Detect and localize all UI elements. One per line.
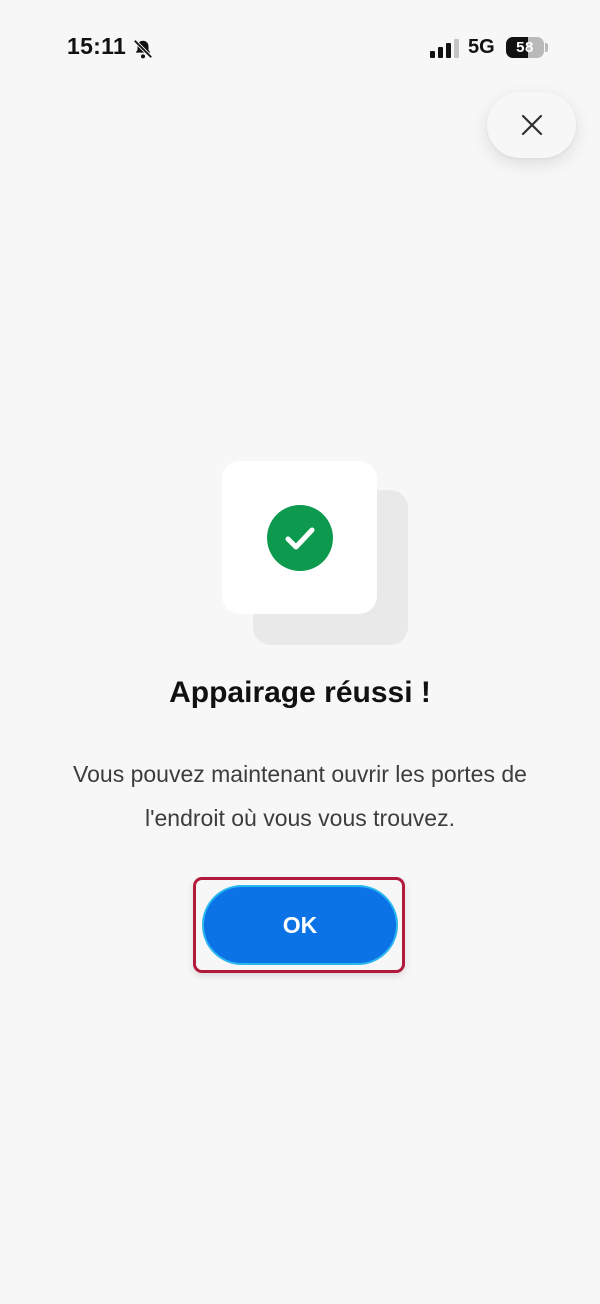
- check-circle-icon: [266, 504, 333, 571]
- pairing-success-screen: 15:11 5G 58 Appairage réussi ! Vous pouv…: [0, 0, 600, 1304]
- status-bar: 15:11 5G 58: [0, 0, 600, 96]
- close-button[interactable]: [487, 92, 576, 158]
- ok-button[interactable]: OK: [202, 885, 398, 965]
- success-illustration: [222, 461, 412, 651]
- battery-level: 58: [516, 39, 534, 56]
- success-description: Vous pouvez maintenant ouvrir les portes…: [73, 761, 527, 831]
- close-icon: [521, 114, 542, 136]
- signal-icon: [430, 39, 459, 58]
- success-title: Appairage réussi !: [169, 676, 431, 709]
- battery-icon: 58: [506, 37, 544, 58]
- battery-tip: [545, 43, 548, 52]
- network-type: 5G: [468, 36, 495, 58]
- status-time: 15:11: [67, 33, 127, 59]
- card-front: [222, 461, 377, 614]
- bell-slash-icon: [133, 39, 153, 59]
